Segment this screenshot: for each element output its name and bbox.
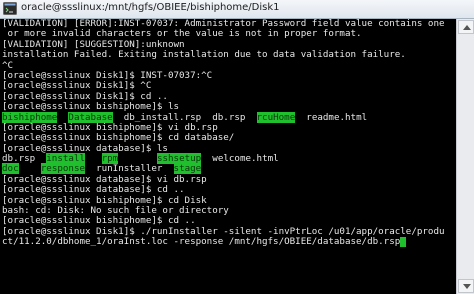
terminal-text: [oracle@ssslinux bishiphome]$ vi db.rsp [2, 121, 218, 133]
directory-name: stage [173, 163, 202, 175]
terminal-text: [oracle@ssslinux database]$ cd .. [2, 184, 185, 196]
terminal-text: [VALIDATION] [SUGGESTION]:unknown [2, 38, 185, 50]
terminal-text: [oracle@ssslinux Disk1]$ INST-07037:^C [2, 69, 213, 81]
terminal-text: [oracle@ssslinux database]$ ls [2, 142, 168, 154]
terminal-text: runInstaller [85, 163, 174, 175]
terminal-text: [oracle@ssslinux Disk1]$ ./runInstaller … [2, 225, 445, 237]
terminal-app-icon [3, 2, 17, 15]
terminal-window: oracle@ssslinux:/mnt/hgfs/OBIEE/bishipho… [0, 0, 474, 294]
terminal-text: [oracle@ssslinux bishiphome]$ cd .. [2, 215, 196, 227]
terminal-line: ct/11.2.0/dbhome_1/oraInst.loc -response… [0, 236, 456, 248]
terminal-text: welcome.html [201, 153, 279, 165]
terminal-text: [oracle@ssslinux bishiphome]$ ls [2, 101, 180, 113]
directory-name: doc [2, 163, 19, 175]
terminal-text: ct/11.2.0/dbhome_1/oraInst.loc -response… [2, 236, 401, 248]
terminal-text: [oracle@ssslinux Disk1]$ cd .. [2, 90, 168, 102]
directory-name: sshsetup [156, 153, 202, 165]
scroll-down-button[interactable] [458, 279, 474, 293]
scroll-up-button[interactable] [458, 20, 474, 34]
window-title: oracle@ssslinux:/mnt/hgfs/OBIEE/bishipho… [21, 2, 280, 13]
directory-name: install [46, 153, 85, 165]
terminal-text: ^C [2, 59, 14, 71]
terminal-text: installation Failed. Exiting installatio… [2, 49, 406, 61]
vertical-scrollbar[interactable] [456, 19, 474, 294]
terminal-line: installation Failed. Exiting installatio… [0, 49, 456, 61]
terminal-output[interactable]: [VALIDATION] [ERROR]:INST-07037: Adminis… [0, 19, 456, 292]
terminal-text: [oracle@ssslinux bishiphome]$ cd Disk [2, 194, 207, 206]
text-cursor [400, 237, 407, 248]
terminal-text: readme.html [295, 111, 368, 123]
directory-name: rpm [101, 153, 119, 165]
terminal-text: [oracle@ssslinux database]$ vi db.rsp [2, 173, 207, 185]
terminal-text: bash: cd: Disk: No such file or director… [2, 205, 229, 217]
directory-name: Database [68, 111, 113, 123]
terminal-text: or more invalid characters or the value … [2, 28, 362, 40]
directory-name: rcuHome [256, 111, 296, 123]
scroll-down-arrow-icon [463, 284, 471, 289]
scroll-up-arrow-icon [463, 25, 471, 30]
title-bar[interactable]: oracle@ssslinux:/mnt/hgfs/OBIEE/bishipho… [0, 0, 474, 19]
terminal-text: [oracle@ssslinux Disk1]$ ^C [2, 80, 152, 92]
terminal-text: [oracle@ssslinux bishiphome]$ cd databas… [2, 132, 235, 144]
terminal-text: db_install.rsp db.rsp [112, 111, 257, 123]
terminal-text: db.rsp [2, 153, 47, 165]
directory-name: bishiphome [2, 111, 58, 123]
directory-name: response [40, 163, 86, 175]
